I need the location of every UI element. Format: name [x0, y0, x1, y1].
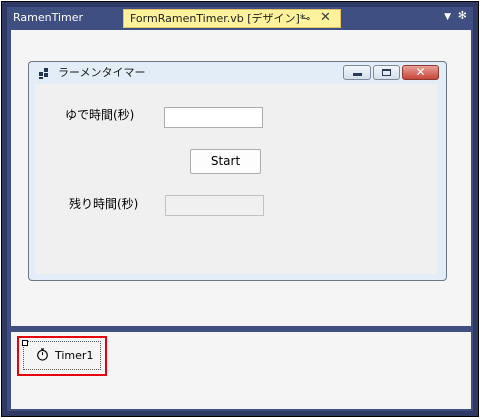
minimize-icon — [353, 73, 362, 76]
pin-icon[interactable]: ⊸ — [301, 11, 310, 27]
maximize-button[interactable] — [373, 65, 400, 80]
form-title: ラーメンタイマー — [58, 66, 146, 79]
selection-handle[interactable] — [22, 340, 28, 346]
tab-formramentimer-design[interactable]: FormRamenTimer.vb [デザイン]* ⊸ ✕ — [123, 9, 341, 28]
gear-icon[interactable]: ✻ — [458, 8, 467, 24]
remaining-time-field — [165, 195, 264, 216]
timer1-component[interactable]: Timer1 — [17, 336, 107, 376]
minimize-button[interactable] — [343, 65, 371, 80]
close-icon[interactable]: ✕ — [320, 10, 331, 26]
start-button[interactable]: Start — [190, 149, 261, 174]
timer1-label: Timer1 — [55, 349, 94, 362]
timer1-selection: Timer1 — [22, 340, 101, 370]
boil-time-input[interactable] — [164, 107, 263, 128]
form-icon — [39, 68, 50, 79]
form-close-button[interactable]: ✕ — [402, 65, 439, 80]
form-client-area: ゆで時間(秒) Start 残り時間(秒) — [35, 84, 437, 274]
maximize-icon — [382, 69, 391, 76]
document-tab-strip: RamenTimer FormRamenTimer.vb [デザイン]* ⊸ ✕… — [7, 7, 473, 30]
remaining-time-label: 残り時間(秒) — [69, 197, 139, 211]
boil-time-label: ゆで時間(秒) — [65, 108, 135, 122]
form-titlebar: ラーメンタイマー ✕ — [29, 62, 446, 84]
design-surface: ラーメンタイマー ✕ ゆで時間(秒) Start 残り時間(秒) — [11, 30, 471, 326]
tab-active-label: FormRamenTimer.vb [デザイン]* — [130, 12, 306, 25]
tab-ramentimer[interactable]: RamenTimer — [13, 10, 83, 26]
form-ramentimer[interactable]: ラーメンタイマー ✕ ゆで時間(秒) Start 残り時間(秒) — [28, 61, 447, 281]
dropdown-icon[interactable]: ▼ — [444, 9, 451, 25]
stopwatch-icon — [37, 348, 48, 361]
close-x-icon: ✕ — [415, 65, 426, 79]
